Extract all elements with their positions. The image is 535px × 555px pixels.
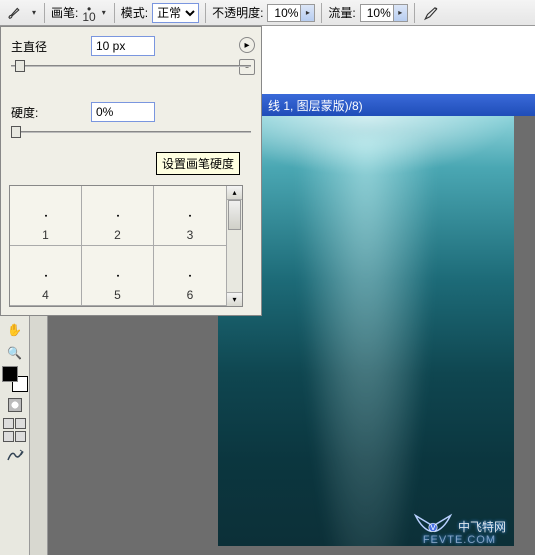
brush-preview[interactable]: • 10 (82, 5, 95, 21)
preset-number: 5 (82, 288, 153, 302)
watermark: V 中飞特网 FEVTE.COM (412, 512, 506, 540)
flow-field[interactable]: ▸ (360, 4, 408, 22)
brush-preset[interactable]: 4 (10, 246, 82, 306)
opacity-dropdown-icon[interactable]: ▸ (300, 5, 314, 21)
preset-number: 4 (10, 288, 81, 302)
opacity-input[interactable] (268, 5, 300, 21)
jump-to-icon[interactable] (3, 445, 27, 465)
brush-preset[interactable]: 1 (10, 186, 82, 246)
hardness-tooltip: 设置画笔硬度 (156, 152, 240, 175)
options-bar: ▾ 画笔: • 10 ▾ 模式: 正常 不透明度: ▸ 流量: ▸ (0, 0, 535, 26)
brush-dropdown[interactable]: ▾ (100, 8, 108, 17)
brush-preset[interactable]: 2 (82, 186, 154, 246)
brush-presets-grid: 123 456 ▴ ▾ (9, 185, 243, 307)
scroll-up-icon[interactable]: ▴ (227, 186, 242, 200)
brush-preset[interactable]: 5 (82, 246, 154, 306)
flow-dropdown-icon[interactable]: ▸ (393, 5, 407, 21)
hardness-label: 硬度: (11, 104, 91, 121)
preset-number: 3 (154, 228, 226, 242)
watermark-sub: FEVTE.COM (423, 534, 496, 546)
brush-size-value: 10 (82, 13, 95, 21)
hardness-input[interactable] (91, 102, 155, 122)
document-title-text: 线 1, 图层蒙版)/8) (268, 97, 363, 114)
divider (44, 3, 45, 23)
hardness-slider[interactable] (11, 125, 251, 139)
flow-label: 流量: (328, 4, 355, 21)
toolbox: ✋ 🔍 (0, 316, 30, 555)
divider (321, 3, 322, 23)
quickmask-icon[interactable] (3, 395, 27, 415)
scroll-thumb[interactable] (228, 200, 241, 230)
mode-label: 模式: (121, 4, 148, 21)
divider (414, 3, 415, 23)
slider-thumb[interactable] (11, 126, 21, 138)
preset-number: 6 (154, 288, 226, 302)
brush-label: 画笔: (51, 4, 78, 21)
diameter-label: 主直径 (11, 38, 91, 55)
color-swatches[interactable] (2, 366, 28, 392)
zoom-tool-icon[interactable]: 🔍 (3, 343, 27, 363)
scroll-down-icon[interactable]: ▾ (227, 292, 242, 306)
diameter-input[interactable] (91, 36, 155, 56)
airbrush-icon[interactable] (421, 3, 443, 23)
canvas-content (296, 136, 436, 546)
slider-thumb[interactable] (15, 60, 25, 72)
mode-select[interactable]: 正常 (152, 3, 199, 23)
hand-tool-icon[interactable]: ✋ (3, 320, 27, 340)
divider (205, 3, 206, 23)
preset-number: 2 (82, 228, 153, 242)
opacity-field[interactable]: ▸ (267, 4, 315, 22)
document-title-bar[interactable]: 线 1, 图层蒙版)/8) (262, 94, 535, 116)
brush-preset[interactable]: 6 (154, 246, 226, 306)
tool-preset-dropdown[interactable]: ▾ (30, 8, 38, 17)
brush-tool-icon[interactable] (4, 3, 26, 23)
brush-preset[interactable]: 3 (154, 186, 226, 246)
preset-number: 1 (10, 228, 81, 242)
panel-menu-icon[interactable]: ▸ (239, 37, 255, 53)
canvas[interactable]: V 中飞特网 FEVTE.COM (218, 116, 514, 546)
foreground-color-swatch[interactable] (2, 366, 18, 382)
flow-input[interactable] (361, 5, 393, 21)
opacity-label: 不透明度: (212, 4, 263, 21)
svg-text:V: V (430, 522, 436, 532)
watermark-text: 中飞特网 (458, 518, 506, 535)
diameter-slider[interactable] (11, 59, 251, 73)
divider (114, 3, 115, 23)
preset-scrollbar[interactable]: ▴ ▾ (226, 186, 242, 306)
screen-mode-icons[interactable] (3, 418, 26, 442)
panel-dock[interactable] (30, 316, 48, 555)
